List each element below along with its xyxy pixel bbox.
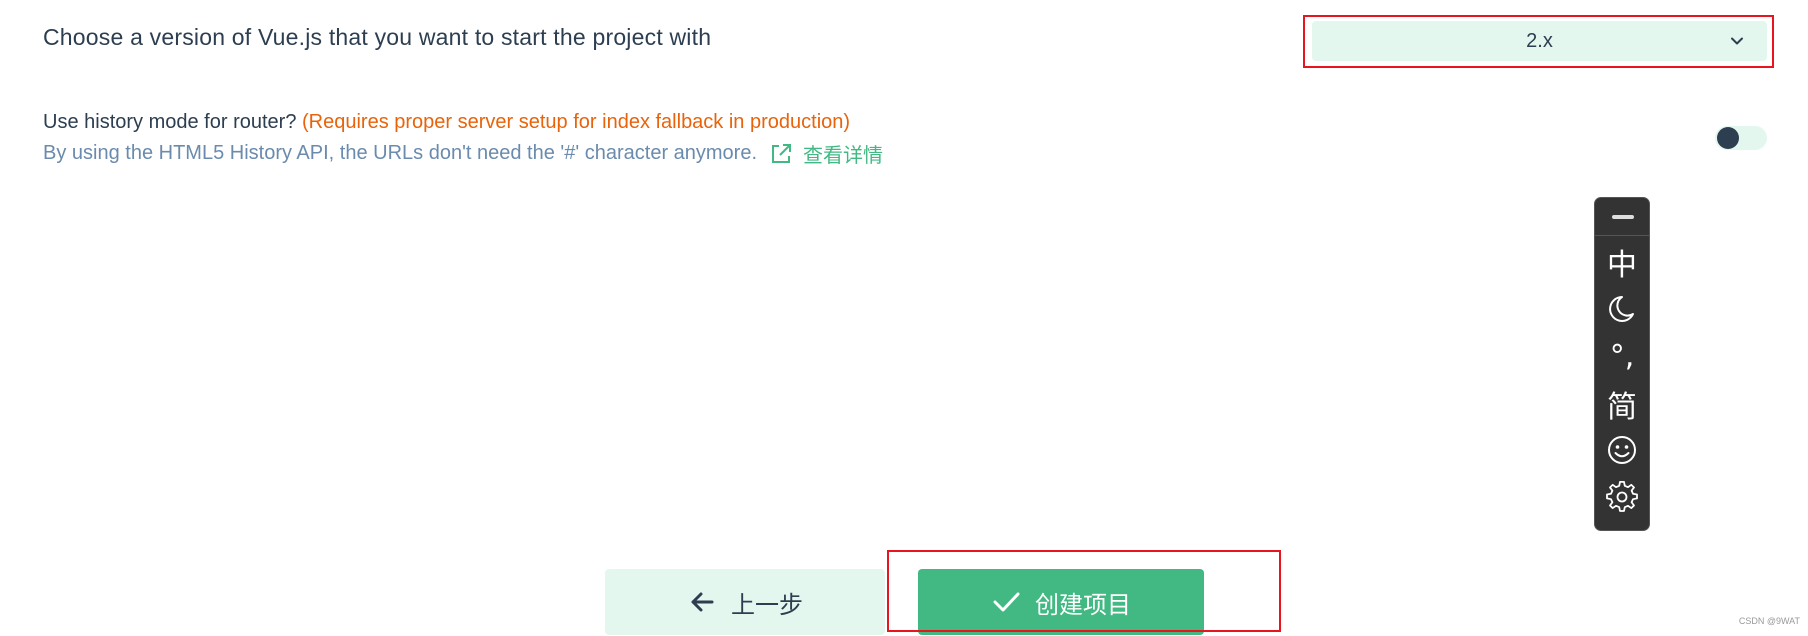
vue-version-prompt: Choose a version of Vue.js that you want… bbox=[43, 24, 712, 50]
create-project-button[interactable]: 创建项目 bbox=[918, 569, 1204, 635]
view-details-link[interactable]: 查看详情 bbox=[803, 139, 883, 168]
ime-divider bbox=[1595, 235, 1649, 236]
history-mode-toggle[interactable] bbox=[1715, 126, 1767, 150]
ime-simplified-button[interactable]: 简 bbox=[1595, 384, 1649, 425]
ime-chinese-mode-button[interactable]: 中 bbox=[1595, 242, 1649, 283]
ime-theme-button[interactable] bbox=[1595, 289, 1649, 329]
vue-version-selected-value: 2.x bbox=[1526, 30, 1553, 52]
ime-drag-handle[interactable] bbox=[1612, 215, 1634, 219]
history-mode-warning: (Requires proper server setup for index … bbox=[302, 111, 851, 133]
arrow-left-icon bbox=[691, 592, 714, 612]
ime-emoji-button[interactable] bbox=[1595, 430, 1649, 470]
history-mode-prompt: Use history mode for router? (Requires p… bbox=[43, 111, 850, 134]
ime-settings-button[interactable] bbox=[1595, 477, 1649, 517]
vue-create-project-page: Choose a version of Vue.js that you want… bbox=[0, 0, 1808, 636]
watermark: CSDN @9WAT bbox=[1738, 616, 1800, 626]
moon-icon bbox=[1609, 296, 1634, 322]
ime-punctuation-button[interactable]: °, bbox=[1595, 336, 1649, 376]
toggle-knob bbox=[1717, 127, 1739, 149]
external-link-icon[interactable] bbox=[769, 142, 793, 166]
emoji-icon bbox=[1608, 436, 1636, 464]
gear-icon bbox=[1606, 481, 1638, 512]
chevron-down-icon bbox=[1731, 37, 1743, 45]
previous-step-label: 上一步 bbox=[731, 591, 803, 619]
previous-step-button[interactable]: 上一步 bbox=[605, 569, 885, 635]
history-mode-description-row: By using the HTML5 History API, the URLs… bbox=[43, 139, 883, 168]
create-project-label: 创建项目 bbox=[1035, 591, 1131, 619]
ime-toolbar: 中 °, 简 bbox=[1594, 197, 1650, 531]
history-mode-title: Use history mode for router? bbox=[43, 111, 297, 133]
vue-version-select[interactable]: 2.x bbox=[1312, 21, 1767, 61]
history-mode-description: By using the HTML5 History API, the URLs… bbox=[43, 142, 758, 164]
check-icon bbox=[993, 592, 1020, 612]
